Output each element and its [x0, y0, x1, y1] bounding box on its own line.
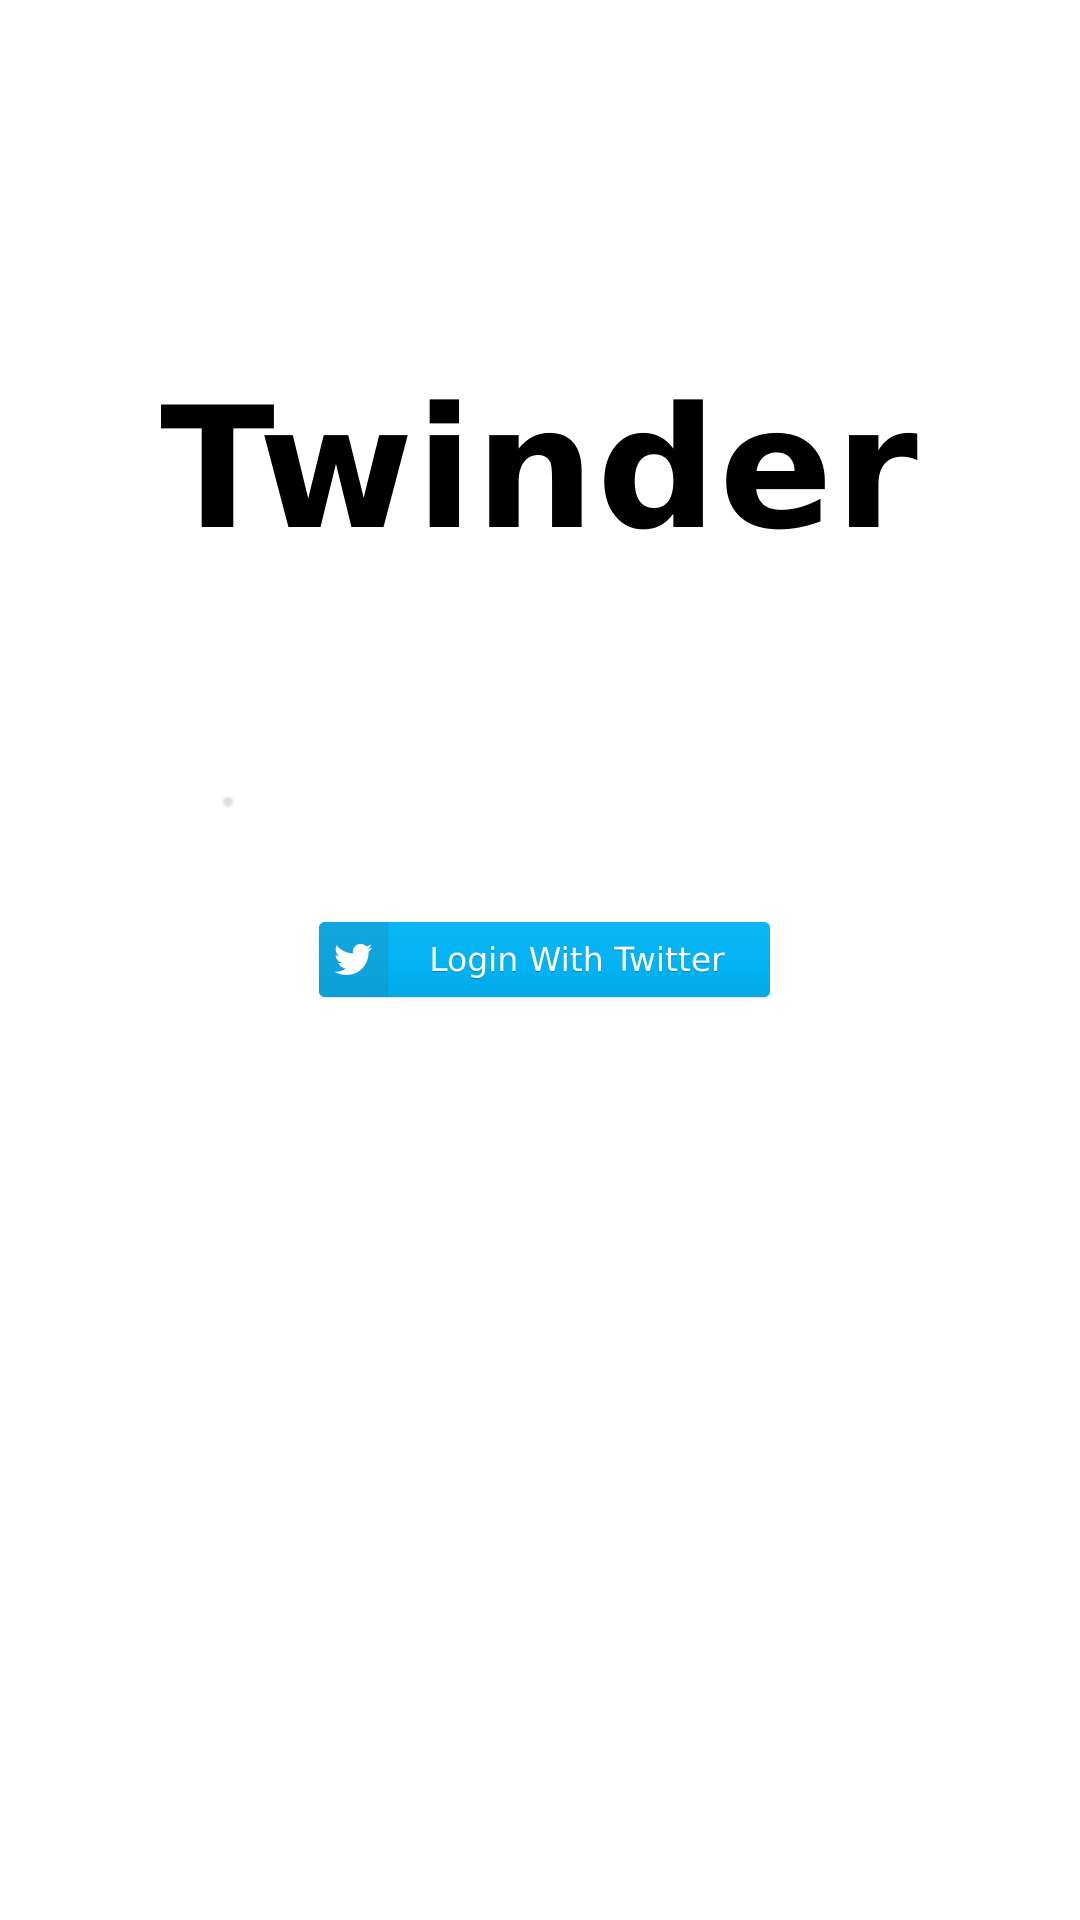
twitter-bird-icon — [319, 922, 388, 997]
login-button-label: Login With Twitter — [429, 940, 725, 979]
app-title: Twinder — [160, 371, 920, 567]
login-screen: Twinder Login With Twitter — [0, 0, 1080, 1920]
login-with-twitter-button[interactable]: Login With Twitter — [319, 922, 770, 997]
loading-indicator — [223, 797, 233, 807]
